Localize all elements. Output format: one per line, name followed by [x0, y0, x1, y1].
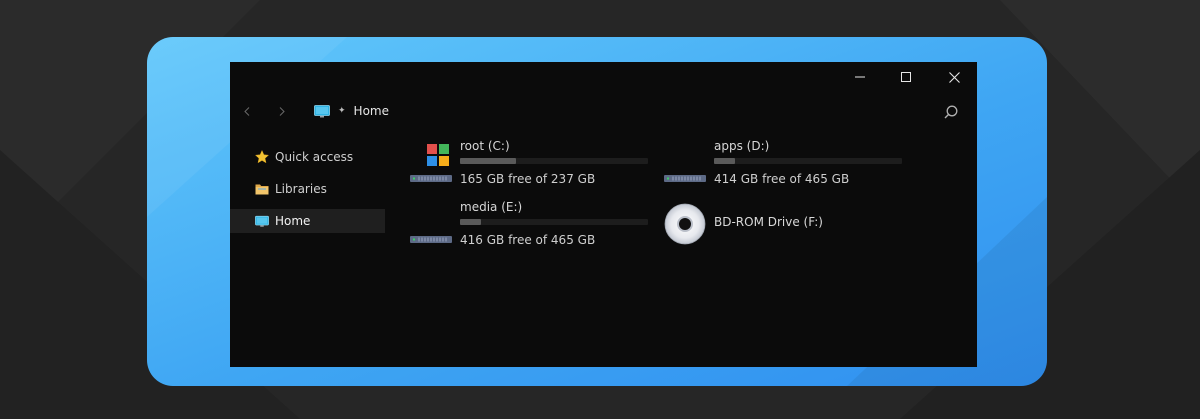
breadcrumb[interactable]: ✦ Home — [314, 102, 389, 120]
drive-usage-bar — [460, 158, 648, 164]
drive-usage-fill — [460, 158, 517, 164]
drive-free-space: 416 GB free of 465 GB — [460, 233, 596, 247]
monitor-icon — [314, 104, 330, 117]
chevron-left-icon — [244, 106, 250, 116]
drive-usage-bar — [714, 158, 902, 164]
folder-icon — [255, 182, 269, 196]
drive-usage-bar — [460, 219, 648, 225]
file-explorer-window: ✦ Home Quick access Libraries Home root … — [230, 62, 977, 367]
drive-usage-fill — [460, 219, 481, 225]
sidebar-item-home[interactable]: Home — [230, 209, 385, 233]
sidebar-item-quick-access[interactable]: Quick access — [230, 145, 385, 169]
maximize-button[interactable] — [883, 62, 929, 92]
title-bar — [230, 62, 977, 92]
sidebar-item-libraries[interactable]: Libraries — [230, 177, 385, 201]
drive-f[interactable]: BD-ROM Drive (F:) — [664, 200, 904, 250]
navigation-pane: Quick access Libraries Home — [230, 145, 385, 241]
hard-drive-icon — [664, 139, 708, 185]
sidebar-item-label: Libraries — [275, 182, 327, 196]
sidebar-item-label: Home — [275, 214, 311, 228]
hard-drive-icon — [410, 200, 454, 246]
drive-d[interactable]: apps (D:) 414 GB free of 465 GB — [664, 139, 904, 189]
drive-name: root (C:) — [460, 139, 510, 153]
star-icon — [255, 150, 269, 164]
chevron-right-icon — [279, 106, 285, 116]
drive-c[interactable]: root (C:) 165 GB free of 237 GB — [410, 139, 650, 189]
optical-disc-icon — [664, 200, 708, 246]
drive-name: apps (D:) — [714, 139, 770, 153]
maximize-icon — [901, 72, 911, 82]
drive-usage-fill — [714, 158, 735, 164]
minimize-button[interactable] — [837, 62, 883, 92]
breadcrumb-location[interactable]: Home — [354, 104, 389, 118]
drive-e[interactable]: media (E:) 416 GB free of 465 GB — [410, 200, 650, 250]
drive-free-space: 165 GB free of 237 GB — [460, 172, 596, 186]
drive-free-space: 414 GB free of 465 GB — [714, 172, 850, 186]
breadcrumb-separator: ✦ — [338, 106, 346, 116]
forward-button[interactable] — [273, 102, 291, 120]
drive-name: media (E:) — [460, 200, 523, 214]
drive-name: BD-ROM Drive (F:) — [714, 215, 823, 229]
close-button[interactable] — [931, 62, 977, 92]
close-icon — [948, 71, 960, 83]
search-icon — [944, 105, 958, 119]
address-bar: ✦ Home — [230, 96, 977, 126]
back-button[interactable] — [238, 102, 256, 120]
sidebar-item-label: Quick access — [275, 150, 354, 164]
monitor-icon — [255, 214, 269, 228]
search-button[interactable] — [941, 102, 961, 122]
windows-drive-icon — [410, 139, 454, 185]
minimize-icon — [855, 76, 865, 78]
